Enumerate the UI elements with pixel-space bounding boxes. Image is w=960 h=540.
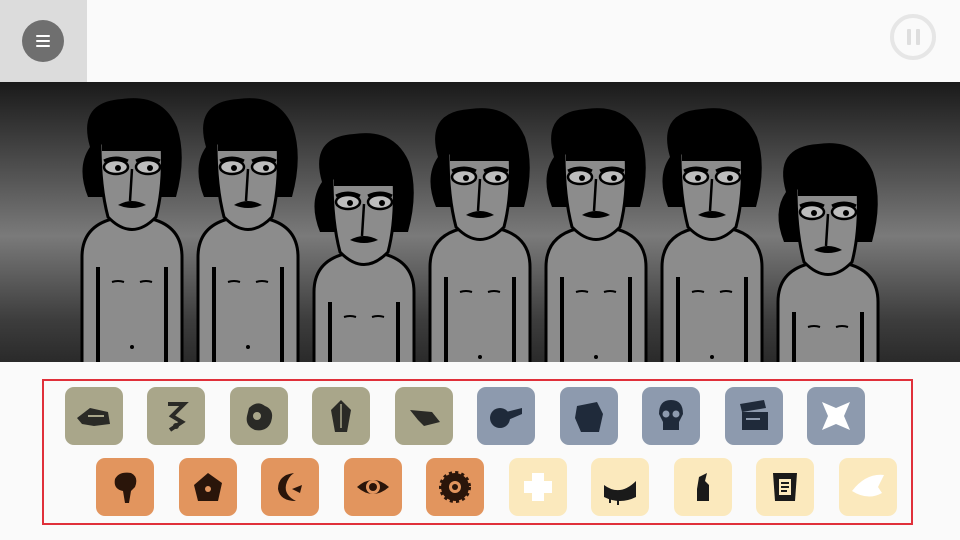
sound-icon-palette xyxy=(42,379,913,525)
hat-icon[interactable] xyxy=(395,387,453,445)
cross-icon[interactable] xyxy=(509,458,567,516)
helmet-icon[interactable] xyxy=(560,387,618,445)
menu-panel xyxy=(0,0,87,82)
character-4[interactable] xyxy=(428,106,532,362)
pipe-icon[interactable] xyxy=(477,387,535,445)
skull-icon[interactable] xyxy=(642,387,700,445)
character-6[interactable] xyxy=(660,106,764,362)
character-1[interactable] xyxy=(80,96,184,362)
star-shape-icon[interactable] xyxy=(807,387,865,445)
pause-icon[interactable] xyxy=(890,14,936,60)
drip-icon[interactable] xyxy=(96,458,154,516)
mask-icon[interactable] xyxy=(312,387,370,445)
character-stage xyxy=(0,82,960,362)
zigzag-icon[interactable] xyxy=(147,387,205,445)
hand-icon[interactable] xyxy=(65,387,123,445)
house-eye-icon[interactable] xyxy=(179,458,237,516)
clapperboard-icon[interactable] xyxy=(725,387,783,445)
top-bar xyxy=(0,0,960,82)
crescent-icon[interactable] xyxy=(261,458,319,516)
character-2[interactable] xyxy=(196,96,300,362)
eye-icon[interactable] xyxy=(344,458,402,516)
character-5[interactable] xyxy=(544,106,648,362)
wing-icon[interactable] xyxy=(839,458,897,516)
figure-icon[interactable] xyxy=(674,458,732,516)
blob-icon[interactable] xyxy=(230,387,288,445)
character-3[interactable] xyxy=(312,131,416,362)
scroll-icon[interactable] xyxy=(756,458,814,516)
character-7[interactable] xyxy=(776,141,880,362)
slime-icon[interactable] xyxy=(591,458,649,516)
gear-icon[interactable] xyxy=(426,458,484,516)
hamburger-menu-icon[interactable] xyxy=(22,20,64,62)
